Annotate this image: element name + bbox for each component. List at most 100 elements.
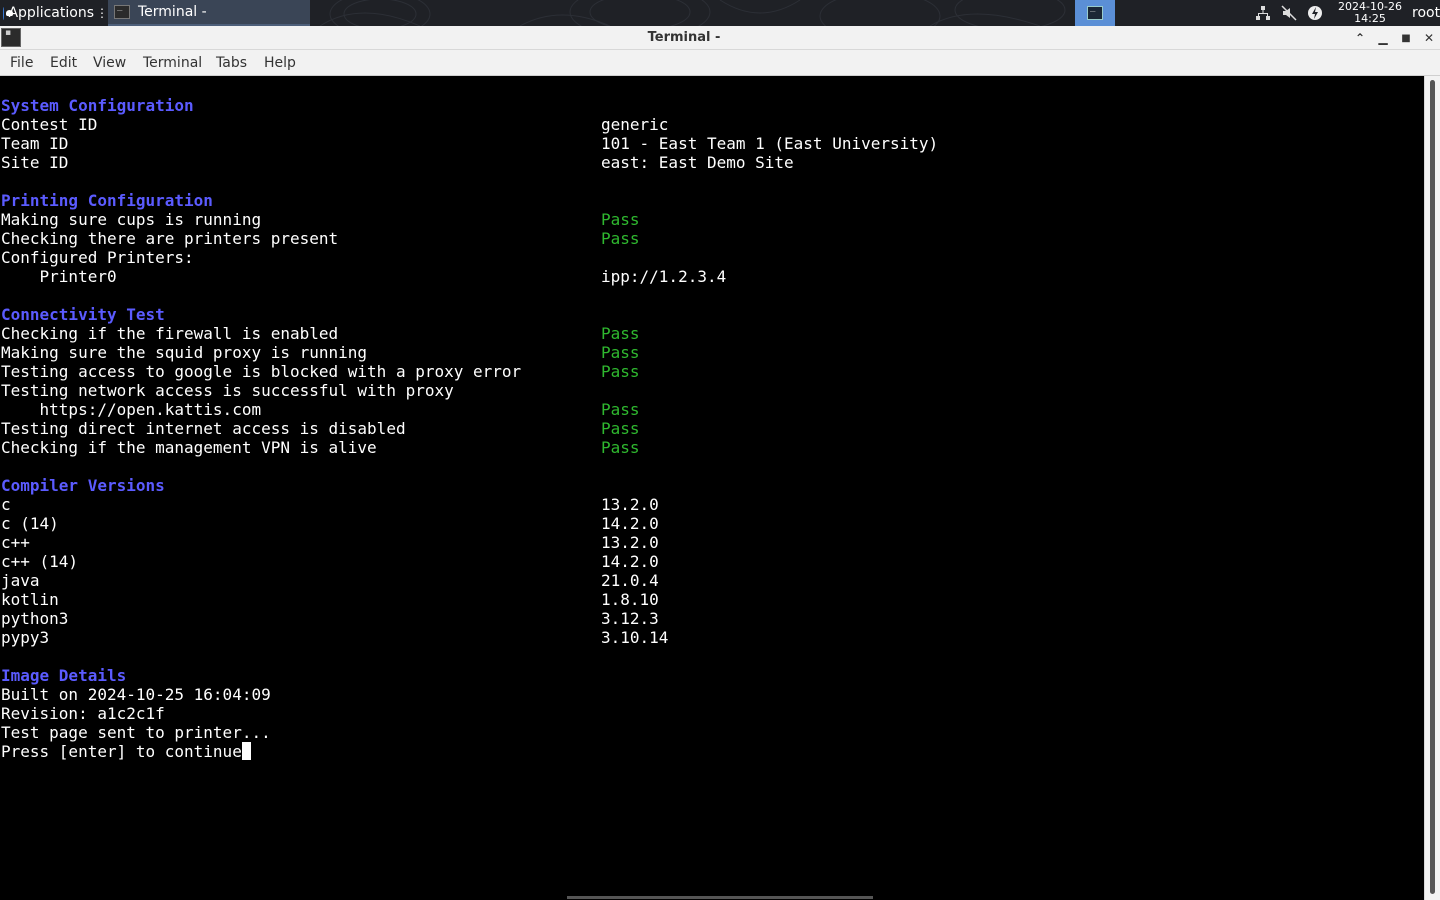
applications-menu-button[interactable]: Applications ⋮ (0, 0, 108, 26)
applications-label: Applications (8, 5, 94, 21)
menu-help[interactable]: Help (264, 50, 296, 76)
terminal-output[interactable]: System Configuration Contest ID generic T… (0, 76, 1424, 900)
menu-edit[interactable]: Edit (50, 50, 77, 76)
output-line: Revision: a1c2c1f (1, 704, 165, 723)
output-row: Configured Printers: (1, 248, 194, 267)
row-value: ipp://1.2.3.4 (601, 267, 727, 286)
workspace-button[interactable] (1075, 0, 1115, 26)
output-row: kotlin 1.8.10 (1, 590, 659, 609)
output-row: c 13.2.0 (1, 495, 659, 514)
shade-button[interactable]: ⌃ (1350, 28, 1370, 48)
minimize-button[interactable]: ▁ (1373, 28, 1393, 48)
section-header-system: System Configuration (1, 96, 194, 115)
window-title: Terminal - (647, 30, 721, 45)
output-row: Testing access to google is blocked with… (1, 362, 640, 381)
pass-status: Pass (601, 324, 640, 343)
output-row: Checking there are printers present Pass (1, 229, 640, 248)
row-label: Testing direct internet access is disabl… (1, 419, 406, 438)
clock[interactable]: 2024-10-26 14:25 (1330, 0, 1410, 26)
output-row: Testing direct internet access is disabl… (1, 419, 640, 438)
row-label: Making sure the squid proxy is running (1, 343, 368, 362)
output-row: Making sure cups is running Pass (1, 210, 640, 229)
output-row: c (14) 14.2.0 (1, 514, 659, 533)
close-button[interactable]: ✕ (1419, 28, 1439, 48)
row-label: c (1, 495, 11, 514)
row-value: 3.12.3 (601, 609, 659, 628)
row-label: Contest ID (1, 115, 98, 134)
output-line: Built on 2024-10-25 16:04:09 (1, 685, 271, 704)
row-value: 14.2.0 (601, 552, 659, 571)
menu-tabs[interactable]: Tabs (216, 50, 247, 76)
minimize-icon: ▁ (1378, 31, 1388, 45)
output-row: c++ (14) 14.2.0 (1, 552, 659, 571)
row-label: Printer0 (1, 267, 117, 286)
output-row: python3 3.12.3 (1, 609, 659, 628)
volume-muted-icon[interactable] (1280, 4, 1298, 22)
row-label: Configured Printers: (1, 248, 194, 267)
row-label: c++ (1, 533, 30, 552)
menu-separator-icon: ⋮ (96, 6, 108, 20)
menu-file[interactable]: File (10, 50, 33, 76)
output-row: https://open.kattis.com Pass (1, 400, 640, 419)
applications-icon (3, 6, 18, 20)
power-icon[interactable] (1306, 4, 1324, 22)
output-row: Testing network access is successful wit… (1, 381, 454, 400)
row-label: Checking if the firewall is enabled (1, 324, 339, 343)
pass-status: Pass (601, 419, 640, 438)
user-menu[interactable]: root (1412, 0, 1440, 26)
pass-status: Pass (601, 229, 640, 248)
output-row: Checking if the management VPN is alive P… (1, 438, 640, 457)
row-label: python3 (1, 609, 69, 628)
row-label: c (14) (1, 514, 59, 533)
row-value: generic (601, 115, 669, 134)
row-value: 3.10.14 (601, 628, 669, 647)
menu-terminal[interactable]: Terminal (143, 50, 202, 76)
close-icon: ✕ (1423, 31, 1435, 45)
pass-status: Pass (601, 343, 640, 362)
section-header-image: Image Details (1, 666, 127, 685)
window-titlebar[interactable]: Terminal - ⌃ ▁ ■ ✕ (0, 26, 1440, 50)
prompt-text: Press [enter] to continue (1, 742, 242, 761)
output-row: pypy3 3.10.14 (1, 628, 668, 647)
row-label: Checking if the management VPN is alive (1, 438, 377, 457)
maximize-icon: ■ (1401, 32, 1411, 44)
output-row: Making sure the squid proxy is running Pa… (1, 343, 640, 362)
row-label: Making sure cups is running (1, 210, 262, 229)
row-label: Team ID (1, 134, 69, 153)
row-label: kotlin (1, 590, 59, 609)
workspace-terminal-icon (1087, 3, 1103, 20)
output-line: Test page sent to printer... (1, 723, 271, 742)
row-label: c++ (14) (1, 552, 79, 571)
row-value: east: East Demo Site (601, 153, 794, 172)
row-label: java (1, 571, 40, 590)
window-resize-edge[interactable] (567, 896, 873, 899)
scrollbar-thumb[interactable] (1430, 80, 1435, 894)
vertical-scrollbar[interactable] (1424, 76, 1440, 900)
row-value: 1.8.10 (601, 590, 659, 609)
row-label: Site ID (1, 153, 69, 172)
terminal-icon (114, 2, 130, 19)
output-row: Contest ID generic (1, 115, 668, 134)
menu-view[interactable]: View (93, 50, 126, 76)
prompt-line[interactable]: Press [enter] to continue (1, 742, 251, 761)
section-header-compilers: Compiler Versions (1, 476, 165, 495)
taskbar-terminal-label: Terminal - (138, 4, 207, 20)
row-value: 101 - East Team 1 (East University) (601, 134, 939, 153)
network-icon[interactable] (1254, 4, 1272, 22)
chevron-up-icon: ⌃ (1354, 31, 1366, 45)
output-row: c++ 13.2.0 (1, 533, 659, 552)
pass-status: Pass (601, 210, 640, 229)
row-label: Testing access to google is blocked with… (1, 362, 522, 381)
output-row: Team ID 101 - East Team 1 (East Universit… (1, 134, 938, 153)
output-row: java 21.0.4 (1, 571, 659, 590)
maximize-button[interactable]: ■ (1396, 28, 1416, 48)
text-cursor (241, 742, 251, 760)
taskbar-terminal-button[interactable]: Terminal - (108, 0, 310, 26)
row-label: Checking there are printers present (1, 229, 339, 248)
output-row: Printer0 ipp://1.2.3.4 (1, 267, 727, 286)
pass-status: Pass (601, 362, 640, 381)
output-row: Checking if the firewall is enabled Pass (1, 324, 640, 343)
section-header-printing: Printing Configuration (1, 191, 213, 210)
row-label: pypy3 (1, 628, 50, 647)
row-label: https://open.kattis.com (1, 400, 262, 419)
